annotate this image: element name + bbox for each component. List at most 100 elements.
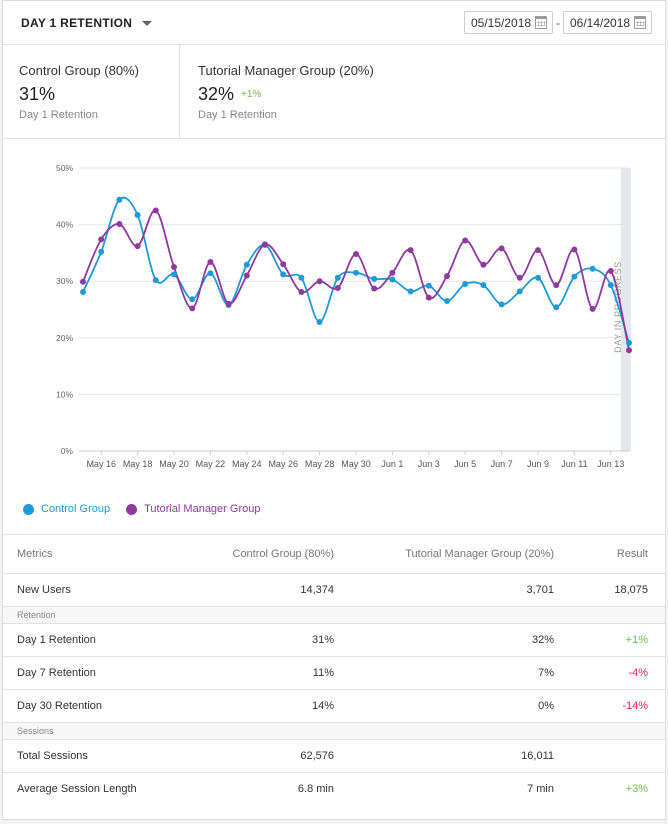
data-point-control <box>298 274 305 281</box>
tutorial-value: 32% <box>531 634 554 646</box>
y-tick-label: 0% <box>61 446 74 456</box>
data-point-tutorial <box>207 258 214 265</box>
control-summary-value: 31% <box>19 84 56 104</box>
result-value: +3% <box>625 783 648 795</box>
x-tick-label: Jun 1 <box>381 459 403 469</box>
data-point-tutorial <box>425 294 432 301</box>
tutorial-value: 16,011 <box>521 750 554 762</box>
data-point-tutorial <box>589 305 596 312</box>
retention-chart: 0% 10% 20% 30% 40% 50% May 16 May 18 May 20 May 2… <box>3 139 665 534</box>
data-point-tutorial <box>444 273 450 280</box>
calendar-icon[interactable] <box>634 16 646 29</box>
table-body: New Users 14,374 3,701 18,075 Retention Day 1… <box>3 573 665 805</box>
tutorial-value: 0% <box>538 700 554 712</box>
tutorial-summary-value-wrap: 32% +1% <box>198 84 261 105</box>
metric-name: Day 30 Retention <box>17 700 102 712</box>
metric-name: New Users <box>17 584 71 596</box>
metric-name: Day 7 Retention <box>17 667 96 679</box>
date-range-separator: - <box>556 16 560 30</box>
data-point-control <box>371 275 378 282</box>
result-value: -14% <box>622 700 648 712</box>
data-point-control <box>626 339 632 346</box>
metric-dropdown-label: DAY 1 RETENTION <box>21 16 133 30</box>
table-row: Day 1 Retention 31% 32% +1% <box>3 623 665 656</box>
data-point-tutorial <box>353 251 359 258</box>
table-section-row: Retention <box>3 606 665 623</box>
data-point-control <box>207 270 214 277</box>
data-point-tutorial <box>516 274 523 281</box>
data-point-control <box>280 271 287 278</box>
data-point-tutorial <box>407 247 414 254</box>
data-point-control <box>134 211 141 218</box>
data-point-control <box>389 276 396 283</box>
data-point-control <box>535 274 541 281</box>
metric-name: Average Session Length <box>17 783 137 795</box>
tutorial-summary-card: Tutorial Manager Group (20%) 32% +1% Day … <box>182 45 482 138</box>
x-tick-label: May 18 <box>123 459 153 469</box>
section-label: Sessions <box>17 726 54 736</box>
retention-panel: DAY 1 RETENTION 05/15/2018 - 06/14/2018 … <box>2 0 666 820</box>
control-summary-name: Control Group (80%) <box>19 63 139 78</box>
legend-label-tutorial: Tutorial Manager Group <box>144 503 261 515</box>
data-point-tutorial <box>152 207 159 214</box>
tutorial-summary-delta: +1% <box>241 89 262 100</box>
header-control: Control Group (80%) <box>232 548 335 560</box>
result-value: +1% <box>625 634 648 646</box>
chevron-down-icon <box>142 20 153 26</box>
summary-divider <box>179 45 180 138</box>
data-point-tutorial <box>280 261 287 268</box>
y-tick-label: 10% <box>56 389 73 399</box>
tutorial-value: 7 min <box>527 783 554 795</box>
data-point-control <box>243 261 250 268</box>
y-tick-label: 50% <box>56 163 73 173</box>
header-result: Result <box>616 548 648 560</box>
x-tick-label: Jun 3 <box>418 459 440 469</box>
header-tutorial: Tutorial Manager Group (20%) <box>405 548 554 560</box>
control-value: 31% <box>311 634 334 646</box>
legend-item-tutorial[interactable]: Tutorial Manager Group <box>126 503 260 515</box>
data-point-control <box>589 265 596 272</box>
table-row: Average Session Length 6.8 min 7 min +3% <box>3 772 665 805</box>
data-point-tutorial <box>553 282 560 289</box>
chart-legend: Control Group Tutorial Manager Group <box>23 503 276 515</box>
x-tick-label: May 26 <box>268 459 298 469</box>
data-point-tutorial <box>189 305 196 312</box>
data-point-control <box>152 277 159 284</box>
data-point-tutorial <box>262 241 268 248</box>
x-tick-label: Jun 11 <box>561 459 587 469</box>
data-point-tutorial <box>134 243 141 250</box>
control-value: 11% <box>312 667 334 679</box>
metric-name: Total Sessions <box>17 750 88 762</box>
data-point-tutorial <box>535 247 541 254</box>
data-point-control <box>480 282 487 289</box>
tutorial-summary-value: 32% <box>198 84 235 104</box>
y-tick-label: 30% <box>56 276 73 286</box>
metric-name: Day 1 Retention <box>17 634 96 646</box>
result-value: 18,075 <box>614 584 648 596</box>
x-tick-label: May 16 <box>86 459 116 469</box>
data-point-control <box>353 269 359 276</box>
x-tick-label: May 24 <box>232 459 262 469</box>
metric-dropdown[interactable]: DAY 1 RETENTION <box>21 16 153 30</box>
table-row: Day 30 Retention 14% 0% -14% <box>3 689 665 722</box>
legend-item-control[interactable]: Control Group <box>23 503 110 515</box>
section-label: Retention <box>17 610 56 620</box>
data-point-tutorial <box>80 278 86 285</box>
data-point-control <box>98 248 105 255</box>
control-value: 6.8 min <box>297 783 334 795</box>
calendar-icon[interactable] <box>535 16 547 29</box>
data-point-tutorial <box>480 261 487 268</box>
y-tick-label: 40% <box>56 220 73 230</box>
data-point-control <box>516 288 523 295</box>
tutorial-summary-subtitle: Day 1 Retention <box>198 109 277 121</box>
data-point-tutorial <box>225 300 232 307</box>
start-date-input[interactable]: 05/15/2018 <box>464 11 553 34</box>
end-date-input[interactable]: 06/14/2018 <box>563 11 652 34</box>
x-tick-label: May 30 <box>341 459 371 469</box>
data-point-control <box>316 318 323 325</box>
data-point-control <box>571 273 578 280</box>
x-tick-label: Jun 9 <box>527 459 549 469</box>
x-tick-label: May 28 <box>305 459 335 469</box>
table-section-row: Sessions <box>3 722 665 739</box>
legend-marker-control <box>23 503 34 515</box>
